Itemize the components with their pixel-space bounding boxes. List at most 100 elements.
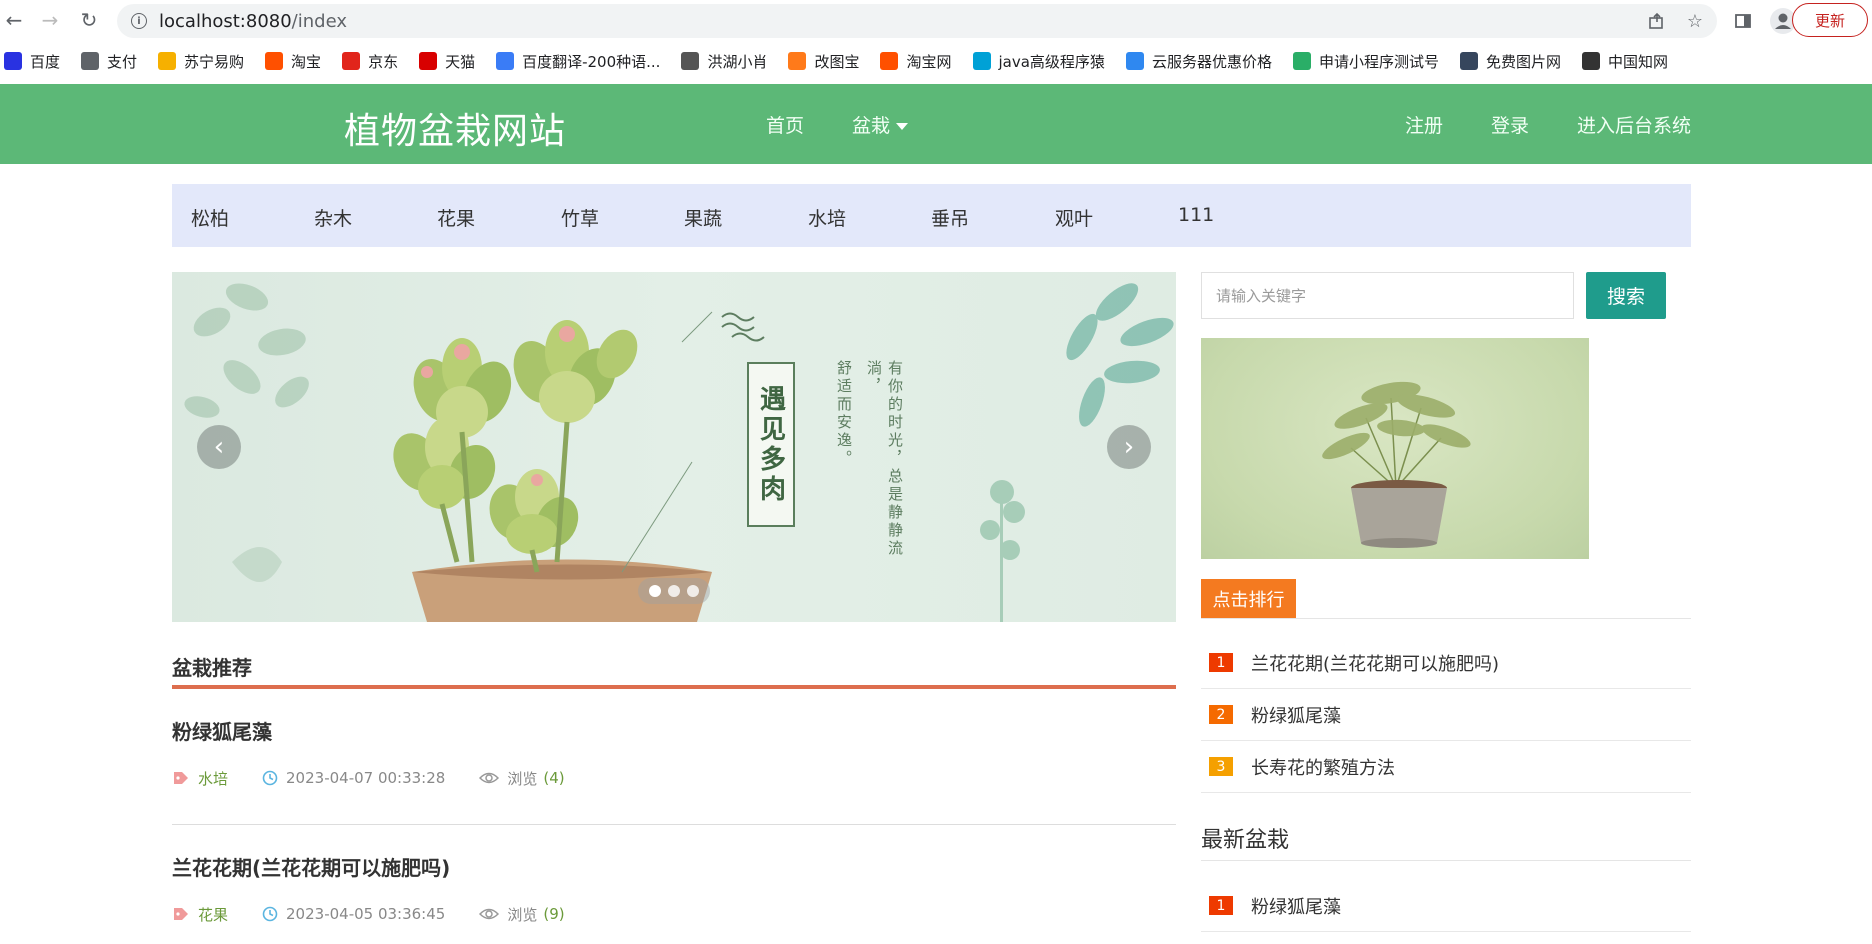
post-title[interactable]: 兰花花期(兰花花期可以施肥吗) — [172, 852, 450, 881]
carousel-dot[interactable] — [667, 585, 680, 597]
category-item[interactable]: 杂木 — [314, 204, 352, 231]
rank-badge: 2 — [1209, 705, 1233, 724]
category-item[interactable]: 竹草 — [561, 204, 599, 231]
ranking-item[interactable]: 3 长寿花的繁殖方法 — [1201, 741, 1691, 793]
site-logo[interactable]: 植物盆栽网站 — [344, 102, 566, 154]
suning-icon — [158, 52, 177, 70]
bookmark-item[interactable]: 苏宁易购 — [158, 51, 244, 72]
category-item[interactable]: 垂吊 — [931, 204, 969, 231]
tag-icon — [172, 770, 190, 786]
search-button[interactable]: 搜索 — [1586, 272, 1666, 319]
bookmark-item[interactable]: 京东 — [342, 51, 398, 72]
carousel-dot[interactable] — [649, 585, 662, 597]
forward-arrow-icon[interactable]: → — [36, 6, 64, 34]
nav-bonsai-dropdown[interactable]: 盆栽 — [852, 111, 909, 138]
nav-home[interactable]: 首页 — [766, 111, 804, 138]
ranking-item[interactable]: 2 粉绿狐尾藻 — [1201, 689, 1691, 741]
bookmark-item[interactable]: 申请小程序测试号 — [1292, 51, 1439, 72]
bookmark-label: 云服务器优惠价格 — [1151, 52, 1272, 71]
back-arrow-icon[interactable]: ← — [0, 6, 28, 34]
bookmark-label: 天猫 — [445, 52, 476, 71]
latest-item[interactable]: 1 粉绿狐尾藻 — [1201, 880, 1691, 932]
category-item[interactable]: 水培 — [808, 204, 846, 231]
post-title[interactable]: 粉绿狐尾藻 — [172, 716, 272, 745]
succulent-banner-image — [184, 283, 1174, 622]
bookmark-item[interactable]: java高级程序猿 — [972, 51, 1105, 72]
category-item[interactable]: 花果 — [437, 204, 475, 231]
ranking-item[interactable]: 1 兰花花期(兰花花期可以施肥吗) — [1201, 637, 1691, 689]
bookmark-item[interactable]: 天猫 — [419, 51, 475, 72]
bookmark-label: java高级程序猿 — [998, 52, 1105, 71]
browser-toolbar: ← → ↻ i localhost:8080/index ☆ 更新 — [0, 0, 1872, 42]
bookmark-label: 京东 — [368, 52, 399, 71]
section-divider — [172, 685, 1176, 689]
eye-icon — [479, 771, 500, 785]
ranking-tab[interactable]: 点击排行 — [1201, 579, 1296, 618]
chrome-profile-area — [1728, 6, 1798, 36]
search-input[interactable] — [1201, 272, 1574, 319]
carousel-prev-button[interactable]: ‹ — [197, 425, 241, 469]
category-item[interactable]: 果蔬 — [684, 204, 722, 231]
bookmark-label: 百度翻译-200种语... — [522, 52, 661, 71]
carousel-indicators — [638, 578, 710, 604]
category-item[interactable]: 111 — [1178, 204, 1214, 226]
reload-icon[interactable]: ↻ — [75, 6, 103, 34]
bilibili-icon — [972, 52, 991, 70]
bookmark-item[interactable]: 洪湖小肖 — [681, 51, 767, 72]
bookmark-item[interactable]: 百度翻译-200种语... — [496, 51, 660, 72]
post-separator — [172, 824, 1176, 825]
sidebar-toggle-icon[interactable] — [1728, 6, 1758, 36]
latest-section-title: 最新盆栽 — [1201, 828, 1290, 853]
caret-down-icon — [896, 123, 909, 130]
bookmark-item[interactable]: 中国知网 — [1581, 51, 1668, 72]
bookmark-item[interactable]: 淘宝网 — [880, 51, 952, 72]
url-text: localhost:8080/index — [159, 10, 347, 32]
bookmark-item[interactable]: 云服务器优惠价格 — [1125, 51, 1272, 72]
bookmark-item[interactable]: 免费图片网 — [1459, 51, 1561, 72]
asparagus-fern-image[interactable] — [1201, 338, 1589, 559]
rank-badge: 1 — [1209, 653, 1233, 672]
share-icon[interactable] — [1642, 6, 1672, 36]
category-item[interactable]: 松柏 — [191, 204, 229, 231]
cloud-icon — [1125, 52, 1144, 70]
update-button[interactable]: 更新 — [1792, 3, 1868, 37]
bookmark-label: 支付 — [107, 52, 138, 71]
recommend-section-title: 盆栽推荐 — [172, 656, 252, 680]
nav-admin[interactable]: 进入后台系统 — [1577, 111, 1691, 138]
rank-badge: 3 — [1209, 757, 1233, 776]
banner-carousel[interactable]: 遇见多肉 有你的时光，总是静静流淌， 舒适而安逸。 ‹ › — [172, 272, 1176, 622]
nav-register[interactable]: 注册 — [1405, 111, 1443, 138]
site-info-icon[interactable]: i — [131, 13, 147, 29]
bookmark-item[interactable]: 淘宝 — [265, 51, 321, 72]
post-meta: 花果 2023-04-05 03:36:45 浏览 (9) — [172, 903, 565, 925]
wechat-icon — [1292, 52, 1311, 70]
taobao-icon — [265, 52, 284, 70]
post-category[interactable]: 花果 — [172, 904, 228, 925]
bird-icon — [681, 52, 700, 70]
address-bar[interactable]: i localhost:8080/index — [117, 4, 1717, 38]
post-date: 2023-04-07 00:33:28 — [262, 769, 445, 787]
bookmark-label: 百度 — [30, 52, 61, 71]
category-item[interactable]: 观叶 — [1055, 204, 1093, 231]
bookmark-item[interactable]: 支付 — [81, 51, 137, 72]
bookmark-item[interactable]: 百度 — [4, 51, 60, 72]
bookmark-item[interactable]: 改图宝 — [788, 51, 859, 72]
latest-divider — [1201, 860, 1691, 861]
star-icon[interactable]: ☆ — [1680, 6, 1710, 36]
tumblr-icon — [1459, 52, 1478, 70]
taobao-icon — [880, 52, 899, 70]
nav-bonsai-label: 盆栽 — [852, 115, 891, 137]
latest-text: 粉绿狐尾藻 — [1251, 896, 1341, 918]
post-meta: 水培 2023-04-07 00:33:28 浏览 (4) — [172, 767, 565, 789]
baidu-icon — [4, 52, 22, 70]
bookmark-label: 苏宁易购 — [184, 52, 245, 71]
banner-poem-line2: 舒适而安逸。 — [835, 360, 853, 468]
carousel-dot[interactable] — [686, 585, 699, 597]
nav-login[interactable]: 登录 — [1491, 111, 1529, 138]
site-header: 植物盆栽网站 首页 盆栽 注册 登录 进入后台系统 — [0, 84, 1872, 164]
banner-title: 遇见多肉 — [747, 362, 795, 527]
post-views: 浏览 (9) — [479, 904, 565, 925]
carousel-next-button[interactable]: › — [1107, 425, 1151, 469]
tmall-icon — [419, 52, 438, 70]
post-category[interactable]: 水培 — [172, 768, 228, 789]
